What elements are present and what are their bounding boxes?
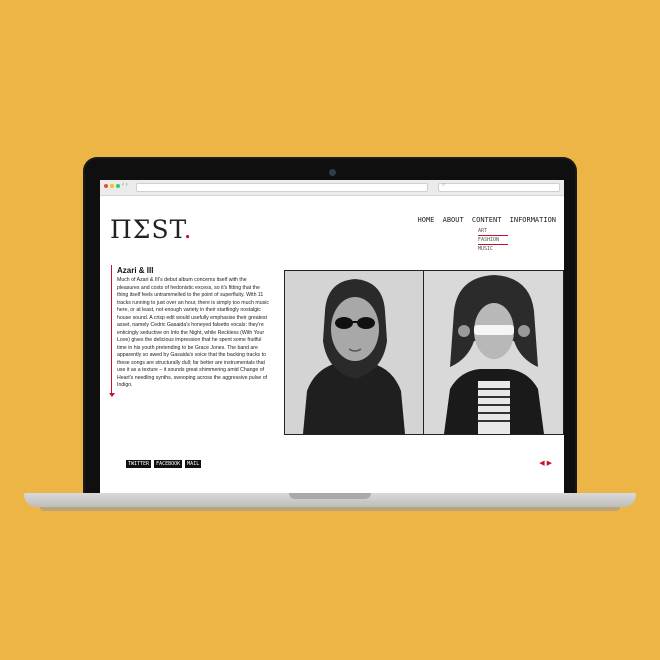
laptop-base	[24, 493, 636, 507]
article-pager: ◀ ▶	[539, 459, 552, 467]
search-icon: ⌕	[442, 182, 446, 188]
logo-accent-dot: .	[183, 215, 193, 244]
menu-item-content[interactable]: CONTENT	[472, 216, 502, 224]
article-scroll-line	[111, 265, 112, 395]
submenu-item-fashion[interactable]: FASHION	[478, 236, 508, 245]
menu-item-home[interactable]: HOME	[418, 216, 435, 224]
scroll-down-arrow-icon[interactable]	[109, 393, 115, 397]
band-member-photo-right	[424, 271, 563, 434]
browser-search-input[interactable]: ⌕	[438, 182, 560, 192]
content-submenu: ART FASHION MUSIC	[478, 227, 508, 253]
menu-item-information[interactable]: INFORMATION	[510, 216, 556, 224]
feature-photo-frame	[284, 270, 564, 435]
social-links: TWITTER FACEBOOK MAIL	[126, 460, 204, 468]
back-forward-icons[interactable]: ‹ ›	[122, 182, 128, 188]
mail-link[interactable]: MAIL	[185, 460, 202, 468]
band-member-photo-left	[285, 271, 424, 434]
maximize-window-button[interactable]	[116, 184, 120, 188]
submenu-item-music[interactable]: MUSIC	[478, 245, 508, 253]
article-title: Azari & III	[117, 266, 154, 275]
browser-toolbar: ‹ › ⌕	[100, 180, 564, 196]
prev-arrow-icon[interactable]: ◀	[539, 460, 544, 467]
logo-text: ΠΣST	[110, 215, 184, 244]
submenu-item-art[interactable]: ART	[478, 227, 508, 236]
minimize-window-button[interactable]	[110, 184, 114, 188]
laptop-shadow	[40, 507, 620, 511]
close-window-button[interactable]	[104, 184, 108, 188]
facebook-link[interactable]: FACEBOOK	[154, 460, 183, 468]
woman-white-sunglasses-image	[424, 271, 563, 434]
menu-item-about[interactable]: ABOUT	[443, 216, 464, 224]
man-sunglasses-image	[285, 271, 423, 434]
main-menu: HOME ABOUT CONTENT INFORMATION	[414, 216, 556, 224]
site-logo[interactable]: ΠΣST.	[110, 215, 193, 244]
article: Azari & III Much of Azari & III's debut …	[117, 266, 269, 390]
laptop-lid: ‹ › ⌕ ΠΣST. HOME ABOUT CONTENT INFORMATI…	[83, 157, 577, 495]
laptop-trackpad-notch	[289, 493, 371, 499]
twitter-link[interactable]: TWITTER	[126, 460, 152, 468]
article-body: Much of Azari & III's debut album concer…	[117, 277, 269, 388]
browser-screen: ‹ › ⌕ ΠΣST. HOME ABOUT CONTENT INFORMATI…	[100, 180, 564, 493]
address-bar[interactable]	[136, 183, 428, 192]
laptop-bezel: ‹ › ⌕ ΠΣST. HOME ABOUT CONTENT INFORMATI…	[85, 159, 575, 495]
webcam-icon	[329, 169, 336, 176]
next-arrow-icon[interactable]: ▶	[547, 460, 552, 467]
